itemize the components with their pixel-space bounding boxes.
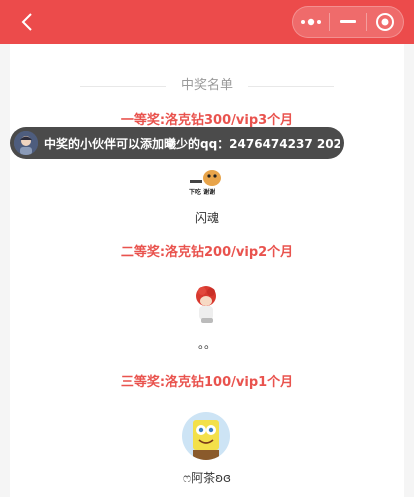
target-close-icon [376,13,394,31]
winner-2-name: 。。 [197,337,216,351]
minimize-icon [340,20,356,23]
minimize-button[interactable] [330,7,366,37]
notice-toast[interactable]: 中奖的小伙伴可以添加曦少的qq：2476474237 202... [10,127,344,159]
winner-1-name: 闪魂 [194,211,219,225]
svg-text:下吃 谢谢: 下吃 谢谢 [189,188,215,196]
top-navigation-bar [0,0,414,44]
winner-3-avatar[interactable] [182,412,230,460]
prize-2-label: 二等奖:洛克钻200/vip2个月 [120,245,294,260]
prize-3-label: 三等奖:洛克钻100/vip1个月 [120,375,294,390]
title-divider-right [248,86,334,87]
back-button[interactable] [16,10,40,34]
chevron-left-icon [21,13,32,31]
winner-list-title: 中奖名单 [180,78,233,93]
winner-3-name: ෆ阿茶ʚɞ [182,471,232,485]
close-program-button[interactable] [367,7,403,37]
red-hair-character-avatar-image [182,282,230,330]
winner-2-avatar[interactable] [182,282,230,330]
sponge-character-avatar-image [182,412,230,460]
winner-1-avatar[interactable]: 下吃 谢谢 [182,160,230,208]
cartoon-cat-avatar-image: 下吃 谢谢 [182,160,230,208]
winner-list-card: 中奖名单 一等奖:洛克钻300/vip3个月 下吃 谢谢 闪魂 二等奖:洛克钻2… [10,44,404,497]
more-menu-button[interactable] [293,7,329,37]
toast-user-avatar [14,131,38,155]
mini-program-capsule [292,6,404,38]
toast-message: 中奖的小伙伴可以添加曦少的qq：2476474237 202... [44,136,340,151]
user-avatar-image [14,131,38,155]
more-dots-icon [301,18,321,26]
